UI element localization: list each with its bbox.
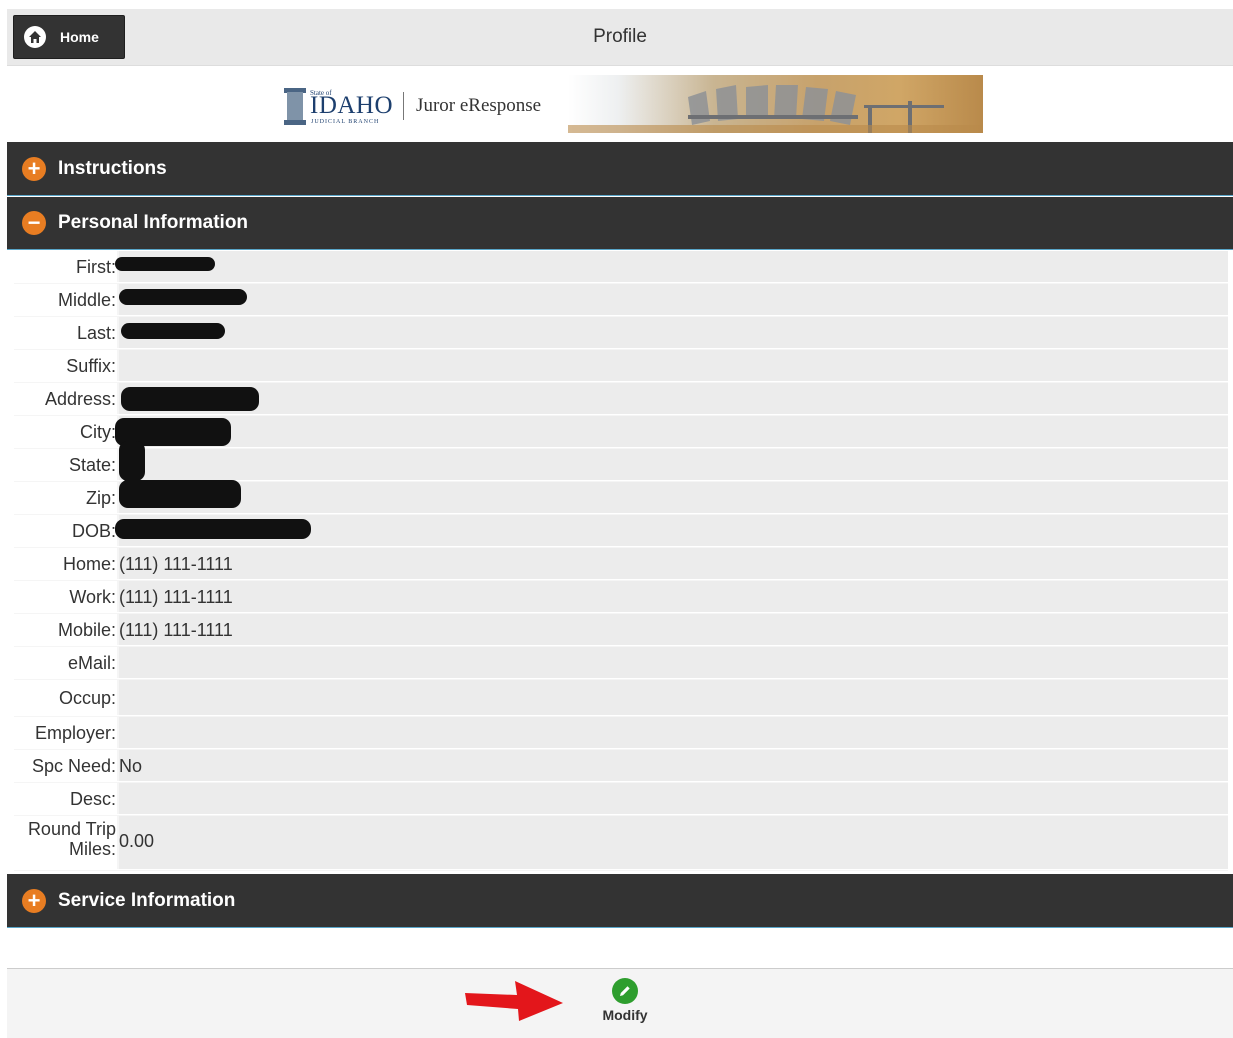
- red-arrow-annotation: [465, 981, 563, 1021]
- redaction-mark: [119, 289, 247, 305]
- field-row-middle: Middle:: [14, 284, 1228, 316]
- field-label: Mobile:: [14, 614, 117, 645]
- field-value: [115, 251, 1228, 282]
- field-value: (111) 111-1111: [119, 581, 1228, 612]
- field-label-line2: Miles:: [68, 839, 116, 859]
- service-information-section-title: Service Information: [58, 889, 236, 911]
- field-value: [119, 441, 1228, 481]
- expand-plus-icon: +: [22, 156, 46, 181]
- field-row-round-trip-miles: Round Trip Miles: 0.00: [14, 816, 1228, 870]
- field-value: [119, 783, 1228, 814]
- field-value: (111) 111-1111: [119, 548, 1228, 579]
- field-label: Desc:: [14, 783, 117, 814]
- field-value: [119, 480, 1228, 513]
- field-label: Occup:: [14, 680, 117, 715]
- personal-information-table: First: Middle: Last: Suffix: Address: Ci…: [14, 251, 1228, 871]
- field-row-special-need: Spc Need: No: [14, 750, 1228, 782]
- redaction-mark: [119, 480, 241, 508]
- app-frame: Home Profile State of IDAHO JUDICIAL BRA…: [7, 9, 1233, 1038]
- field-value: (111) 111-1111: [119, 614, 1228, 645]
- field-row-home-phone: Home: (111) 111-1111: [14, 548, 1228, 580]
- field-row-city: City:: [14, 416, 1228, 448]
- field-row-suffix: Suffix:: [14, 350, 1228, 382]
- field-label: Home:: [14, 548, 117, 579]
- field-label: Middle:: [14, 284, 117, 315]
- banner: State of IDAHO JUDICIAL BRANCH Juror eRe…: [7, 67, 1233, 141]
- field-value: No: [119, 750, 1228, 781]
- field-label: City:: [14, 416, 117, 447]
- courthouse-column-icon: [284, 86, 306, 126]
- field-row-employer: Employer:: [14, 717, 1228, 749]
- logo-judicial-branch-text: JUDICIAL BRANCH: [311, 119, 380, 125]
- instructions-section-title: Instructions: [58, 157, 167, 179]
- field-row-description: Desc:: [14, 783, 1228, 815]
- field-row-mobile-phone: Mobile: (111) 111-1111: [14, 614, 1228, 646]
- field-label: Suffix:: [14, 350, 117, 381]
- field-label: State:: [14, 449, 117, 480]
- redaction-mark: [115, 257, 215, 271]
- field-label: Address:: [14, 383, 117, 414]
- field-label: Zip:: [14, 482, 117, 513]
- field-value: [115, 515, 1228, 546]
- field-label-line1: Round Trip: [27, 819, 116, 839]
- redaction-mark: [119, 441, 145, 481]
- app-name: Juror eResponse: [416, 95, 542, 116]
- field-row-address: Address:: [14, 383, 1228, 415]
- personal-information-section-title: Personal Information: [58, 212, 249, 233]
- field-label: Spc Need:: [14, 750, 117, 781]
- field-label: Work:: [14, 581, 117, 612]
- field-value: [119, 284, 1228, 315]
- pencil-icon: [612, 978, 638, 1004]
- logo-divider: [403, 92, 405, 120]
- top-bar: Home Profile: [7, 9, 1233, 66]
- field-value: [119, 317, 1228, 348]
- expand-plus-icon: +: [22, 888, 46, 913]
- field-label: Last:: [14, 317, 117, 348]
- field-label: Round Trip Miles:: [14, 816, 117, 869]
- field-label: First:: [14, 251, 117, 282]
- instructions-section-header[interactable]: + Instructions: [7, 142, 1233, 196]
- service-information-section-header[interactable]: + Service Information: [7, 874, 1233, 928]
- redaction-mark: [121, 323, 225, 339]
- page-title: Profile: [593, 26, 647, 47]
- logo-state-text: State of: [310, 89, 332, 97]
- jury-box-image: [568, 75, 983, 133]
- field-value: [119, 350, 1228, 381]
- field-row-zip: Zip:: [14, 480, 1228, 514]
- field-row-first: First:: [14, 251, 1228, 283]
- field-value: [119, 647, 1228, 678]
- field-label: Employer:: [14, 717, 117, 748]
- field-value: [119, 383, 1228, 414]
- modify-button[interactable]: Modify: [595, 978, 655, 1030]
- collapse-minus-icon: −: [22, 211, 46, 235]
- field-label: eMail:: [14, 647, 117, 678]
- field-row-occupation: Occup:: [14, 680, 1228, 716]
- field-value: [119, 680, 1228, 715]
- field-row-email: eMail:: [14, 647, 1228, 679]
- footer-toolbar: Modify: [7, 968, 1233, 1038]
- modify-button-label: Modify: [602, 1007, 648, 1023]
- field-row-state: State:: [14, 441, 1228, 481]
- personal-information-section-header[interactable]: − Personal Information: [7, 197, 1233, 250]
- redaction-mark: [115, 519, 311, 539]
- field-value: [115, 416, 1228, 447]
- field-label: DOB:: [14, 515, 117, 546]
- field-row-work-phone: Work: (111) 111-1111: [14, 581, 1228, 613]
- redaction-mark: [121, 387, 259, 411]
- field-row-last: Last:: [14, 317, 1228, 349]
- field-value: 0.00: [119, 816, 1228, 869]
- idaho-judicial-logo: State of IDAHO JUDICIAL BRANCH Juror eRe…: [284, 85, 541, 127]
- field-row-dob: DOB:: [14, 515, 1228, 547]
- field-value: [119, 717, 1228, 748]
